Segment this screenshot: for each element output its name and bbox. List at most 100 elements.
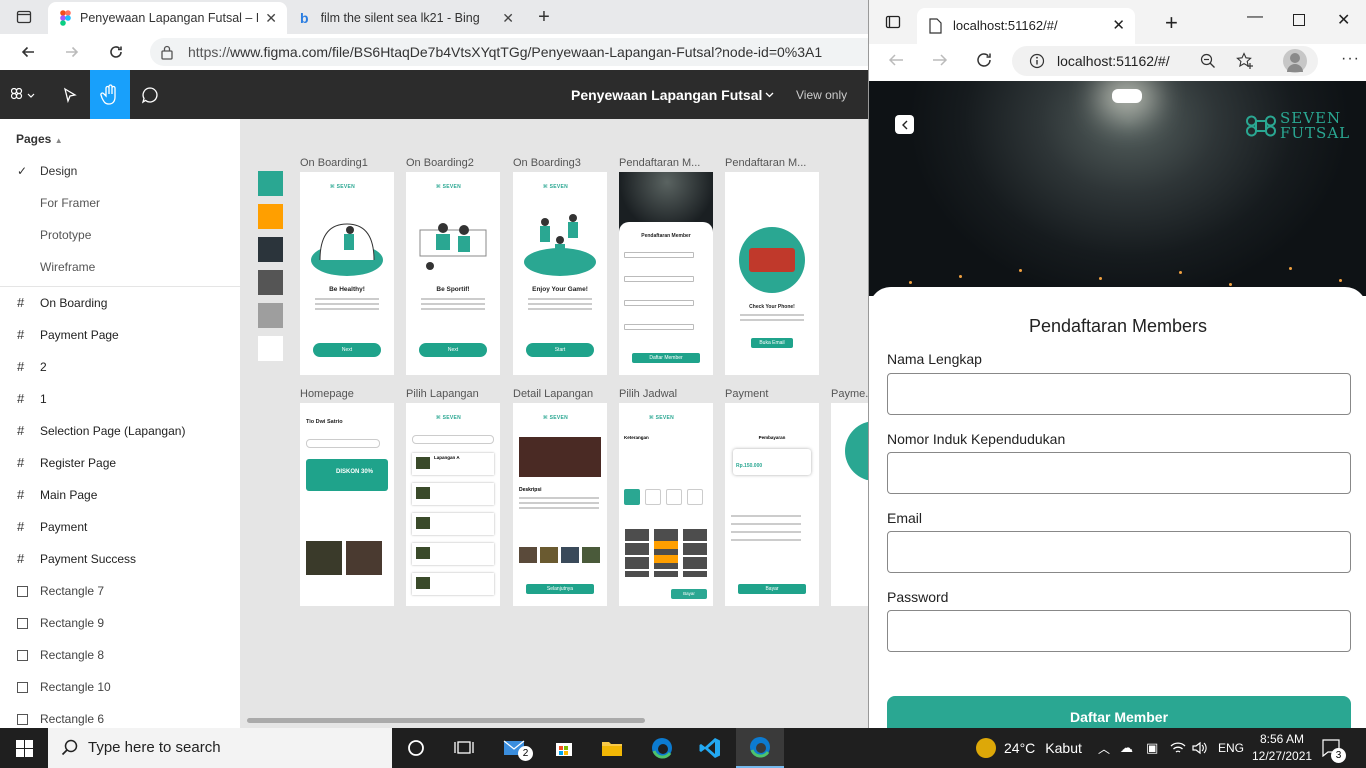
taskbar-search[interactable]: Type here to search (48, 728, 392, 768)
frame-label[interactable]: Pilih Jadwal (619, 388, 677, 400)
forward-icon[interactable] (60, 40, 84, 64)
frame-pendaftaran-member[interactable]: Pendaftaran Member Daftar Member (619, 172, 713, 375)
frame-label[interactable]: On Boarding2 (406, 157, 474, 169)
cortana-icon[interactable] (392, 728, 440, 768)
frame-label[interactable]: Detail Lapangan (513, 388, 593, 400)
hand-tool-icon[interactable] (90, 70, 130, 119)
color-swatch[interactable] (258, 204, 283, 229)
profile-avatar[interactable] (1283, 49, 1307, 73)
move-tool-icon[interactable] (50, 70, 90, 119)
new-tab-icon[interactable]: + (1165, 10, 1178, 36)
address-bar[interactable]: localhost:51162/#/ (1012, 46, 1318, 76)
volume-icon[interactable] (1192, 728, 1208, 768)
color-swatch[interactable] (258, 237, 283, 262)
layer-row[interactable]: Rectangle 6 (0, 703, 240, 728)
frame-label[interactable]: On Boarding1 (300, 157, 368, 169)
frame-payment[interactable]: Pembayaran Rp.150.000 Bayar (725, 403, 819, 606)
tab-actions-icon[interactable] (885, 14, 901, 30)
file-explorer-icon[interactable] (588, 728, 636, 768)
pages-heading[interactable]: Pages ▲ (16, 132, 63, 146)
page-wireframe[interactable]: Wireframe (40, 260, 95, 274)
chevron-down-icon[interactable] (765, 92, 774, 98)
zoom-out-icon[interactable] (1200, 53, 1216, 69)
more-options-icon[interactable]: ··· (1341, 50, 1360, 68)
frame-check-phone[interactable]: Check Your Phone! Buka Email (725, 172, 819, 375)
tab-actions-icon[interactable] (12, 5, 36, 29)
page-design[interactable]: Design (40, 164, 77, 178)
color-swatch[interactable] (258, 336, 283, 361)
layer-row[interactable]: # Register Page (0, 447, 240, 479)
horizontal-scrollbar[interactable] (247, 718, 645, 723)
frame-label[interactable]: Pendaftaran M... (725, 157, 806, 169)
tab-bing[interactable]: b film the silent sea lk21 - Bing ✕ (290, 2, 528, 34)
layer-row[interactable]: # Selection Page (Lapangan) (0, 415, 240, 447)
frame-label[interactable]: Payme... (831, 388, 868, 400)
close-tab-icon[interactable]: ✕ (1112, 16, 1125, 34)
address-bar[interactable]: https://www.figma.com/file/BS6HtaqDe7b4V… (150, 38, 868, 66)
file-title[interactable]: Penyewaan Lapangan Futsal (571, 87, 762, 103)
clock[interactable]: 8:56 AM 12/27/2021 (1252, 731, 1312, 765)
edge-active-icon[interactable] (736, 728, 784, 768)
layer-row[interactable]: #1 (0, 383, 240, 415)
maximize-icon[interactable] (1293, 14, 1305, 26)
frame-label[interactable]: Payment (725, 388, 768, 400)
back-icon[interactable] (16, 40, 40, 64)
full-name-input[interactable] (887, 373, 1351, 415)
forward-icon[interactable] (931, 52, 949, 68)
nik-input[interactable] (887, 452, 1351, 494)
add-favorite-icon[interactable] (1236, 52, 1254, 70)
refresh-icon[interactable] (104, 40, 128, 64)
tab-figma[interactable]: Penyewaan Lapangan Futsal – Fig ✕ (48, 2, 287, 34)
frame-onboarding3[interactable]: ⌘ SEVEN Enjoy Your Game! Start (513, 172, 607, 375)
color-swatch[interactable] (258, 171, 283, 196)
close-window-icon[interactable]: ✕ (1337, 10, 1350, 30)
layer-row[interactable]: Rectangle 7 (0, 575, 240, 607)
layer-row[interactable]: # On Boarding (0, 287, 240, 319)
info-icon[interactable] (1029, 53, 1045, 69)
frame-detail-lapangan[interactable]: ⌘ SEVEN Deskripsi Selanjutnya (513, 403, 607, 606)
edge-icon[interactable] (638, 728, 686, 768)
weather-widget[interactable]: 24°C Kabut (976, 728, 1082, 768)
daftar-member-button[interactable]: Daftar Member (887, 696, 1351, 728)
email-input[interactable] (887, 531, 1351, 573)
frame-onboarding1[interactable]: ⌘ SEVEN Be Healthy! Next (300, 172, 394, 375)
layer-row[interactable]: Rectangle 8 (0, 639, 240, 671)
color-swatch[interactable] (258, 270, 283, 295)
notification-center-icon[interactable]: 3 (1322, 728, 1346, 768)
task-view-icon[interactable] (440, 728, 488, 768)
close-tab-icon[interactable]: ✕ (502, 10, 514, 27)
vscode-icon[interactable] (686, 728, 734, 768)
frame-pilih-lapangan[interactable]: ⌘ SEVEN Lapangan A (406, 403, 500, 606)
frame-pilih-jadwal[interactable]: ⌘ SEVEN Keterangan Bayar (619, 403, 713, 606)
back-button[interactable] (895, 115, 914, 134)
wifi-icon[interactable] (1170, 728, 1186, 768)
layer-row[interactable]: # Payment Page (0, 319, 240, 351)
onedrive-icon[interactable]: ☁ (1120, 728, 1133, 768)
language-indicator[interactable]: ENG (1218, 728, 1244, 768)
frame-label[interactable]: Homepage (300, 388, 354, 400)
figma-canvas[interactable]: On Boarding1 On Boarding2 On Boarding3 P… (241, 119, 868, 728)
layer-row[interactable]: # Main Page (0, 479, 240, 511)
frame-onboarding2[interactable]: ⌘ SEVEN Be Sportif! Next (406, 172, 500, 375)
layer-row[interactable]: Rectangle 10 (0, 671, 240, 703)
tab-localhost[interactable]: localhost:51162/#/ ✕ (917, 8, 1135, 44)
page-for-framer[interactable]: For Framer (40, 196, 100, 210)
figma-menu-icon[interactable] (0, 70, 48, 119)
password-input[interactable] (887, 610, 1351, 652)
comment-tool-icon[interactable] (130, 70, 170, 119)
refresh-icon[interactable] (975, 51, 993, 69)
back-icon[interactable] (887, 52, 905, 68)
mail-icon[interactable]: 2 (492, 728, 540, 768)
new-tab-icon[interactable]: + (532, 5, 556, 29)
layer-row[interactable]: #2 (0, 351, 240, 383)
frame-payment-success[interactable] (831, 403, 868, 606)
layer-row[interactable]: # Payment (0, 511, 240, 543)
page-prototype[interactable]: Prototype (40, 228, 91, 242)
store-icon[interactable] (540, 728, 588, 768)
frame-homepage[interactable]: Tio Dwi Satrio DISKON 30% (300, 403, 394, 606)
color-swatch[interactable] (258, 303, 283, 328)
close-tab-icon[interactable]: ✕ (265, 10, 277, 27)
frame-label[interactable]: On Boarding3 (513, 157, 581, 169)
show-hidden-icons[interactable]: ︿ (1098, 728, 1110, 768)
meet-now-icon[interactable]: ▣ (1146, 728, 1158, 768)
